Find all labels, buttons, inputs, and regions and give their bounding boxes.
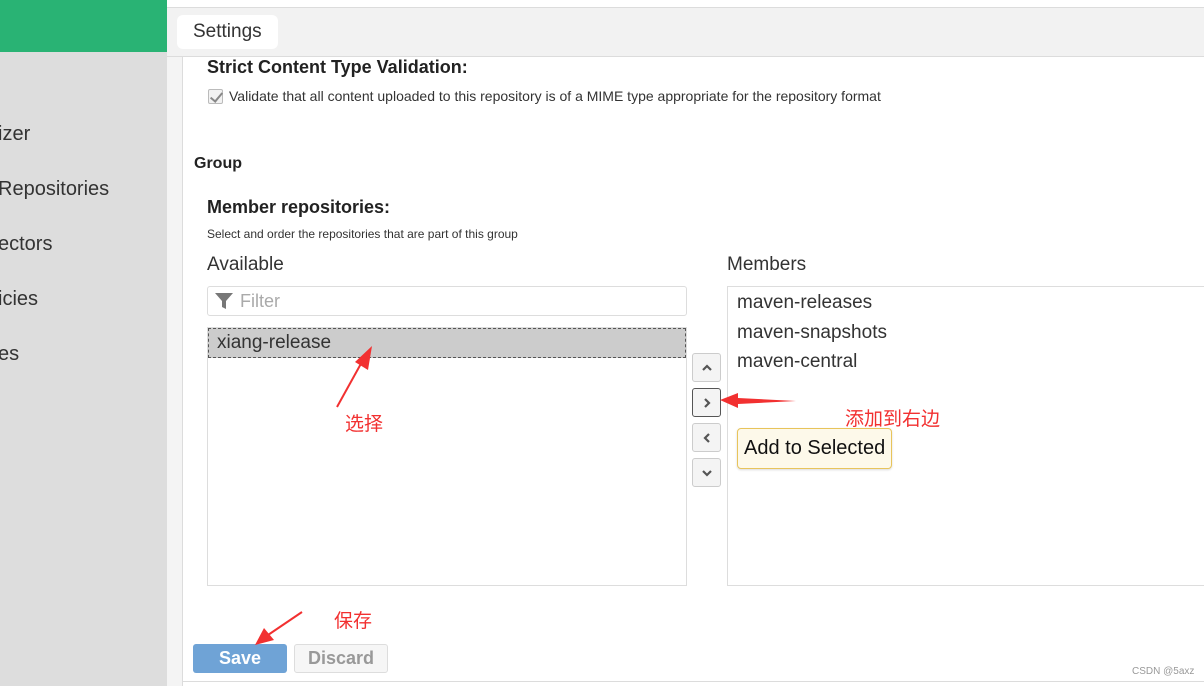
tab-settings[interactable]: Settings bbox=[177, 15, 278, 49]
chevron-right-icon bbox=[703, 397, 711, 408]
available-item-xiang-release[interactable]: xiang-release bbox=[208, 328, 686, 358]
annotation-select: 选择 bbox=[345, 413, 384, 435]
discard-button[interactable]: Discard bbox=[294, 644, 388, 673]
annotation-add-right: 添加到右边 bbox=[845, 408, 941, 430]
member-item[interactable]: maven-central bbox=[728, 348, 1204, 378]
save-button[interactable]: Save bbox=[193, 644, 287, 673]
sidebar-item-optimizer[interactable]: izer bbox=[0, 123, 30, 146]
member-repositories-help: Select and order the repositories that a… bbox=[207, 227, 518, 241]
sidebar: izer Repositories ectors icies es bbox=[0, 0, 167, 686]
available-list[interactable]: xiang-release bbox=[207, 327, 687, 586]
sidebar-item-other[interactable]: es bbox=[0, 343, 19, 366]
strict-validation-label: Validate that all content uploaded to th… bbox=[229, 88, 881, 104]
watermark: CSDN @5axz bbox=[1132, 666, 1195, 677]
strict-content-heading: Strict Content Type Validation: bbox=[207, 57, 468, 77]
annotation-save: 保存 bbox=[334, 610, 373, 632]
content-gutter bbox=[167, 57, 183, 686]
add-to-selected-button[interactable] bbox=[692, 388, 721, 417]
strict-validation-row: Validate that all content uploaded to th… bbox=[208, 88, 881, 104]
remove-from-selected-button[interactable] bbox=[692, 423, 721, 452]
available-label: Available bbox=[207, 254, 284, 275]
chevron-up-icon bbox=[701, 363, 712, 371]
filter-input[interactable] bbox=[240, 290, 660, 312]
sidebar-item-repositories[interactable]: Repositories bbox=[0, 178, 109, 201]
move-up-button[interactable] bbox=[692, 353, 721, 382]
group-heading: Group bbox=[194, 155, 242, 172]
members-label: Members bbox=[727, 254, 807, 275]
move-down-button[interactable] bbox=[692, 458, 721, 487]
filter-field bbox=[207, 286, 687, 316]
sidebar-item-connectors[interactable]: ectors bbox=[0, 233, 52, 256]
strict-validation-checkbox[interactable] bbox=[208, 88, 223, 104]
member-item[interactable]: maven-snapshots bbox=[728, 319, 1204, 349]
sidebar-item-policies[interactable]: icies bbox=[0, 288, 38, 311]
member-repositories-heading: Member repositories: bbox=[207, 197, 391, 217]
member-item[interactable]: maven-releases bbox=[728, 289, 1204, 319]
move-buttons bbox=[692, 353, 722, 493]
chevron-down-icon bbox=[701, 469, 712, 477]
settings-form: Strict Content Type Validation: Validate… bbox=[183, 57, 1204, 682]
add-to-selected-tooltip: Add to Selected bbox=[737, 428, 893, 469]
filter-icon bbox=[215, 293, 233, 309]
sidebar-header bbox=[0, 0, 167, 52]
tab-bar: Settings bbox=[167, 7, 1204, 57]
chevron-left-icon bbox=[702, 432, 710, 443]
